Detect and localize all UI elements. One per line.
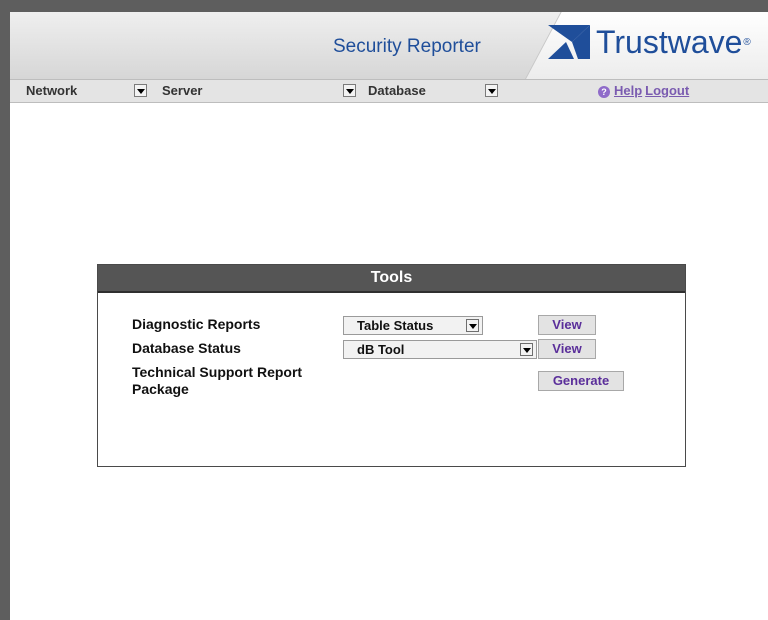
nav-network-dropdown-icon[interactable] xyxy=(134,84,147,97)
trustwave-logo: Trustwave ® xyxy=(548,22,751,62)
database-status-select[interactable]: dB Tool xyxy=(343,340,537,359)
app-header: Security Reporter Trustwave ® xyxy=(10,12,768,79)
chevron-down-icon[interactable] xyxy=(520,343,533,356)
database-status-label: Database Status xyxy=(132,340,241,356)
diagnostic-reports-select[interactable]: Table Status xyxy=(343,316,483,335)
navbar: Network Server Database ? Help Logout xyxy=(10,79,768,103)
technical-support-label: Technical Support Report Package xyxy=(132,364,303,397)
help-logout-area: ? Help Logout xyxy=(598,80,692,102)
help-icon[interactable]: ? xyxy=(598,85,610,98)
logo-registered-mark: ® xyxy=(743,36,751,48)
generate-button[interactable]: Generate xyxy=(538,371,624,391)
diagnostic-reports-label: Diagnostic Reports xyxy=(132,316,261,332)
diagnostic-reports-select-value: Table Status xyxy=(357,318,434,333)
diagnostic-view-button[interactable]: View xyxy=(538,315,596,335)
window-frame-top xyxy=(0,0,768,12)
logo-text: Trustwave xyxy=(596,23,743,60)
nav-server-dropdown-icon[interactable] xyxy=(343,84,356,97)
tools-panel: Tools Diagnostic Reports Table Status Vi… xyxy=(97,264,686,467)
chevron-down-icon[interactable] xyxy=(466,319,479,332)
database-view-button[interactable]: View xyxy=(538,339,596,359)
tools-panel-title: Tools xyxy=(98,265,685,293)
nav-database[interactable]: Database xyxy=(368,80,426,102)
app-title: Security Reporter xyxy=(333,36,481,57)
window-frame-left xyxy=(0,12,10,620)
logout-link[interactable]: Logout xyxy=(645,83,689,98)
nav-database-dropdown-icon[interactable] xyxy=(485,84,498,97)
nav-network[interactable]: Network xyxy=(26,80,77,102)
database-status-select-value: dB Tool xyxy=(357,342,405,357)
help-link[interactable]: Help xyxy=(614,83,642,98)
nav-server[interactable]: Server xyxy=(162,80,202,102)
trustwave-logo-icon xyxy=(548,25,590,59)
